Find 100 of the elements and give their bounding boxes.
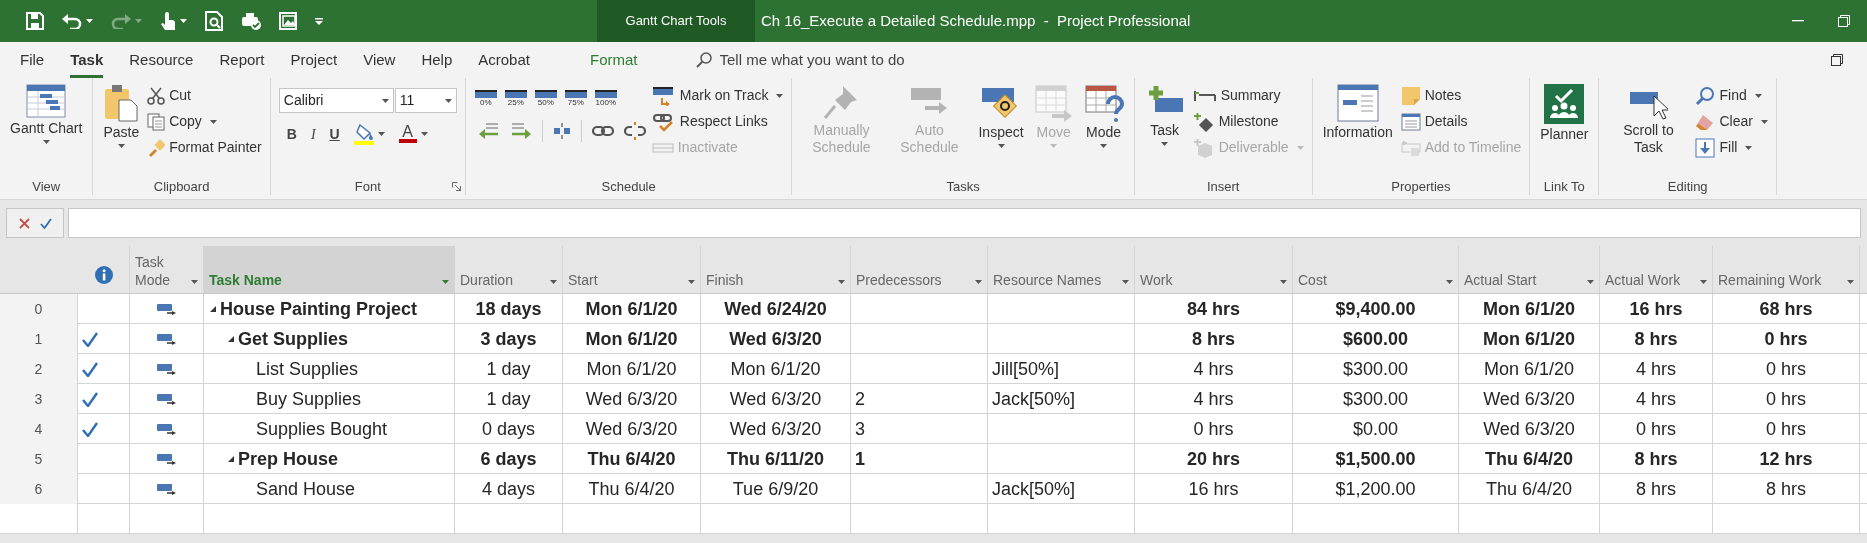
context-tab-label: Gantt Chart Tools xyxy=(597,0,755,42)
font-style-button[interactable]: U xyxy=(329,123,340,145)
clipboard-icon xyxy=(104,84,139,122)
fill-down-icon xyxy=(1695,137,1716,158)
checkmark-icon xyxy=(82,361,98,377)
ribbon-tab[interactable]: View xyxy=(363,42,396,78)
percent-complete-button[interactable]: 25% xyxy=(503,90,528,108)
details-icon xyxy=(1400,112,1421,131)
font-size-field[interactable]: 11 xyxy=(394,88,457,113)
table-cell-text: 8 hrs xyxy=(1766,477,1806,501)
ribbon-button[interactable]: Notes xyxy=(1400,84,1522,107)
table-cell-text: Thu 6/4/20 xyxy=(587,447,676,471)
ribbon-tab[interactable]: Acrobat xyxy=(478,42,530,78)
caret-icon xyxy=(1847,280,1854,284)
ribbon-tab[interactable]: Help xyxy=(421,42,453,78)
search-field[interactable]: Tell me what you want to do xyxy=(695,48,980,72)
checkmark-icon xyxy=(82,391,98,407)
ribbon-button[interactable]: Paste xyxy=(101,82,142,148)
column-header[interactable]: Remaining Work xyxy=(1713,246,1860,293)
row-number: 2 xyxy=(0,354,78,384)
column-header[interactable]: Cost xyxy=(1293,246,1459,293)
table-cell-text: Thu 6/11/20 xyxy=(726,447,825,471)
column-header[interactable]: Duration xyxy=(455,246,563,293)
task-name: Get Supplies xyxy=(238,327,349,351)
percent-complete-button[interactable]: 75% xyxy=(563,90,588,108)
font-color-button[interactable]: A xyxy=(398,125,428,143)
sticky-note-icon xyxy=(1400,85,1421,106)
ribbon-button[interactable]: Scroll to Task xyxy=(1607,82,1690,156)
ribbon-button[interactable]: Fill xyxy=(1695,136,1768,159)
entry-field[interactable] xyxy=(68,208,1861,238)
ribbon-tab[interactable]: Format xyxy=(590,42,638,78)
percent-complete-button[interactable]: 100% xyxy=(593,90,618,108)
table-cell-text: Wed 6/3/20 xyxy=(1483,387,1575,411)
ribbon-button[interactable]: Find xyxy=(1695,84,1768,107)
ribbon-button[interactable]: Respect Links xyxy=(651,110,784,133)
task-name: List Supplies xyxy=(256,357,359,381)
ribbon-button[interactable]: Milestone xyxy=(1192,110,1304,133)
form-icon xyxy=(1336,84,1379,122)
font-name-field[interactable]: Calibri xyxy=(278,88,394,113)
ribbon-button[interactable]: Task xyxy=(1142,82,1187,146)
column-header[interactable]: Predecessors xyxy=(851,246,988,293)
summary-bar-icon xyxy=(1192,88,1217,103)
table-cell-text: Tue 6/9/20 xyxy=(732,477,819,501)
table-row[interactable]: 5 Prep House 6 days Thu 6/4/20 Thu 6/11/20 1 20 hrs $1,500.00 Thu 6/4/20 8 hrs 12 hrs xyxy=(0,444,1867,474)
table-row[interactable]: 0 House Painting Project 18 days Mon 6/1/20 Wed 6/24/20 84 hrs $9,400.00 Mon 6/1/20 16 hrs 68 hrs xyxy=(0,294,1867,324)
table-row[interactable]: 2 List Supplies 1 day Mon 6/1/20 Mon 6/1/20 Jill[50%] 4 hrs $300.00 Mon 6/1/20 4 hrs 0 hrs xyxy=(0,354,1867,384)
font-style-button[interactable]: B xyxy=(286,123,297,145)
table-row[interactable]: 3 Buy Supplies 1 day Wed 6/3/20 Wed 6/3/20 2 Jack[50%] 4 hrs $300.00 Wed 6/3/20 4 hrs 0 hrs xyxy=(0,384,1867,414)
table-cell-text: Mon 6/1/20 xyxy=(1483,357,1575,381)
column-header[interactable]: Actual Start xyxy=(1459,246,1600,293)
table-cell-text: 18 days xyxy=(475,297,542,321)
column-header[interactable]: Resource Names xyxy=(988,246,1135,293)
percent-complete-button[interactable]: 0% xyxy=(473,90,498,108)
table-cell-text: Wed 6/3/20 xyxy=(729,417,822,441)
caret-icon xyxy=(135,19,142,23)
row-number: 1 xyxy=(0,324,78,354)
table-cell-text: 0 hrs xyxy=(1766,417,1806,441)
task-mode-icon xyxy=(156,363,177,375)
ribbon-button[interactable]: Inspect xyxy=(976,82,1026,148)
indent-arrow-icon xyxy=(509,122,532,140)
ribbon-button[interactable]: Details xyxy=(1400,110,1522,133)
ribbon-button[interactable]: Summary xyxy=(1192,84,1304,107)
ribbon-button[interactable]: Format Painter xyxy=(147,136,262,159)
ribbon-button[interactable]: Mode xyxy=(1081,82,1126,148)
minimize-icon xyxy=(1792,20,1804,22)
window-title: Ch 16_Execute a Detailed Schedule.mpp - Project Professional xyxy=(761,10,1191,31)
table-cell-text: 12 hrs xyxy=(1759,447,1813,471)
ribbon-button[interactable]: Information xyxy=(1320,82,1395,141)
ribbon-button[interactable]: Clear xyxy=(1695,110,1768,133)
caret-icon xyxy=(420,132,428,136)
column-header[interactable]: Actual Work xyxy=(1600,246,1713,293)
caret-icon xyxy=(1122,280,1129,284)
ribbon-button[interactable]: Mark on Track xyxy=(651,84,784,107)
table-cell-text: Jill[50%] xyxy=(992,357,1060,381)
ribbon-button[interactable]: Cut xyxy=(147,84,262,107)
ribbon-button[interactable]: Copy xyxy=(147,110,262,133)
group-label: Font xyxy=(354,179,381,195)
copy-icon xyxy=(147,112,166,131)
ribbon-tab[interactable]: File xyxy=(20,42,45,78)
ribbon-button[interactable]: Planner xyxy=(1538,82,1591,143)
table-row[interactable]: 6 Sand House 4 days Thu 6/4/20 Tue 6/9/20 Jack[50%] 16 hrs $1,200.00 Thu 6/4/20 8 hrs 8 hrs xyxy=(0,474,1867,504)
table-row[interactable]: 4 Supplies Bought 0 days Wed 6/3/20 Wed 6/3/20 3 0 hrs $0.00 Wed 6/3/20 0 hrs 0 hrs xyxy=(0,414,1867,444)
diamond-plus-icon xyxy=(1192,111,1215,132)
percent-complete-button[interactable]: 50% xyxy=(533,90,558,108)
group-label: Tasks xyxy=(946,179,980,195)
font-style-button[interactable]: I xyxy=(310,123,316,145)
column-header[interactable]: Finish xyxy=(701,246,851,293)
ribbon-tab[interactable]: Report xyxy=(219,42,265,78)
unlink-icon xyxy=(623,122,646,140)
column-header[interactable]: Start xyxy=(563,246,701,293)
ribbon-button[interactable]: Gantt Chart xyxy=(8,82,85,144)
caret-icon xyxy=(377,132,385,136)
column-header[interactable]: Work xyxy=(1135,246,1293,293)
group-label: Editing xyxy=(1667,179,1708,195)
table-row[interactable]: 1 Get Supplies 3 days Mon 6/1/20 Wed 6/3/20 8 hrs $600.00 Mon 6/1/20 8 hrs 0 hrs xyxy=(0,324,1867,354)
row-number: 4 xyxy=(0,414,78,444)
task-mode-icon xyxy=(156,333,177,345)
table-cell-text: Mon 6/1/20 xyxy=(730,357,821,381)
ribbon-tab[interactable]: Project xyxy=(290,42,338,78)
ribbon-tab[interactable]: Resource xyxy=(129,42,194,78)
